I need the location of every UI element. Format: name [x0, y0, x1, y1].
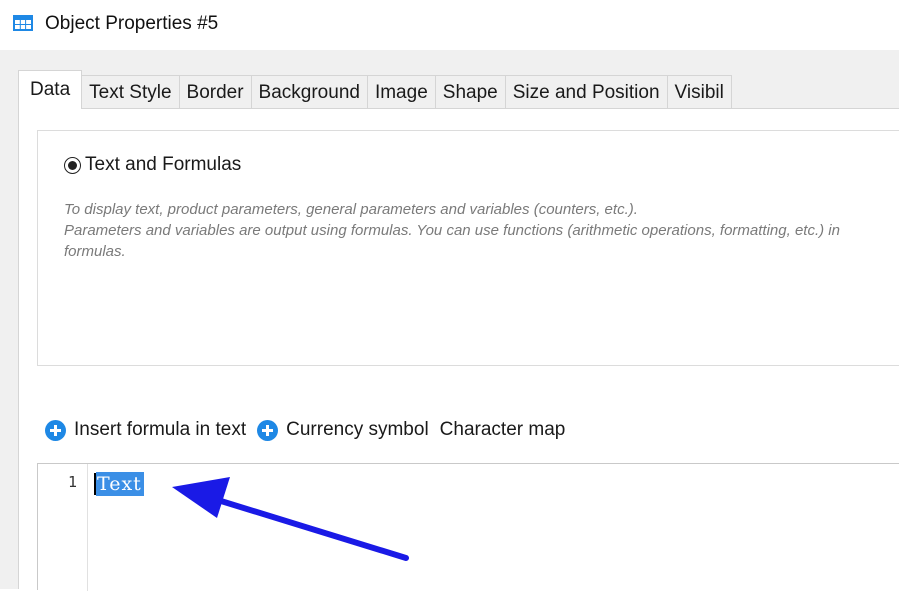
insert-formula-label: Insert formula in text: [74, 419, 247, 440]
tab-shape-label: Shape: [442, 81, 498, 103]
tab-background-label: Background: [258, 81, 360, 103]
mode-description: To display text, product parameters, gen…: [64, 199, 844, 262]
plus-circle-icon: [45, 419, 66, 441]
grid-table-icon: [13, 15, 33, 31]
description-line-1: To display text, product parameters, gen…: [64, 201, 638, 218]
insert-formula-button[interactable]: Insert formula in text: [45, 419, 246, 441]
tab-image-label: Image: [374, 81, 428, 103]
tab-background[interactable]: Background: [251, 75, 368, 109]
tab-border-label: Border: [186, 81, 244, 103]
description-line-2: Parameters and variables are output usin…: [64, 222, 840, 260]
tab-border[interactable]: Border: [179, 75, 252, 109]
radio-button[interactable]: [64, 156, 81, 174]
window-title: Object Properties #5: [45, 13, 219, 34]
text-and-formulas-option[interactable]: Text and Formulas: [64, 154, 241, 176]
tab-strip: Data Text Style Border Background Image …: [18, 70, 899, 109]
tab-size-and-position-label: Size and Position: [512, 81, 660, 103]
text-and-formulas-label: Text and Formulas: [85, 154, 242, 175]
editor-toolbar: Insert formula in text Currency symbol C…: [45, 415, 576, 445]
tab-shape[interactable]: Shape: [435, 75, 506, 109]
tab-image[interactable]: Image: [367, 75, 436, 109]
line-number-gutter: 1: [38, 464, 88, 591]
tab-data-label: Data: [30, 79, 71, 100]
formula-text-editor[interactable]: 1 Text: [37, 463, 899, 591]
tab-text-style[interactable]: Text Style: [82, 75, 180, 109]
selected-text[interactable]: Text: [96, 472, 144, 496]
tab-size-and-position[interactable]: Size and Position: [505, 75, 668, 109]
tab-visibility-label: Visibil: [674, 81, 724, 103]
title-bar: Object Properties #5: [0, 0, 899, 50]
radio-selected-dot: [68, 160, 77, 170]
currency-symbol-label: Currency symbol: [286, 419, 429, 440]
tab-text-style-label: Text Style: [89, 81, 172, 103]
dialog-body: Data Text Style Border Background Image …: [0, 50, 899, 591]
data-tab-panel: Text and Formulas To display text, produ…: [18, 108, 899, 591]
character-map-button[interactable]: Character map: [440, 419, 566, 441]
character-map-label: Character map: [439, 419, 566, 440]
currency-symbol-button[interactable]: Currency symbol: [257, 419, 429, 441]
line-number: 1: [67, 473, 77, 491]
plus-circle-icon: [257, 419, 279, 441]
tab-data[interactable]: Data: [18, 70, 83, 109]
editor-line[interactable]: Text: [94, 472, 144, 496]
mode-group: Text and Formulas To display text, produ…: [37, 130, 899, 366]
tab-visibility[interactable]: Visibil: [667, 75, 732, 109]
